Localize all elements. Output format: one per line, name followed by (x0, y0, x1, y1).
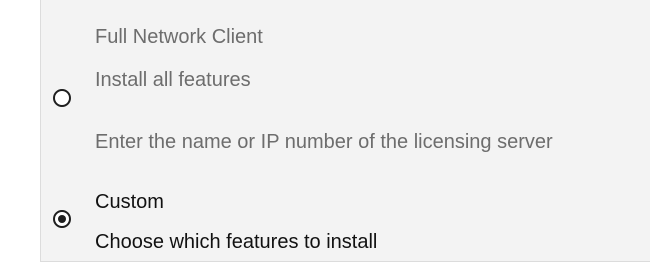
custom-radio[interactable] (53, 210, 71, 228)
full-network-client-title: Full Network Client (95, 26, 263, 48)
custom-title: Custom (95, 191, 164, 213)
radio-selected-dot (58, 215, 66, 223)
full-network-client-subtitle: Install all features (95, 69, 251, 91)
licensing-server-hint: Enter the name or IP number of the licen… (95, 131, 553, 153)
custom-subtitle: Choose which features to install (95, 231, 378, 253)
full-network-client-radio[interactable] (53, 89, 71, 107)
